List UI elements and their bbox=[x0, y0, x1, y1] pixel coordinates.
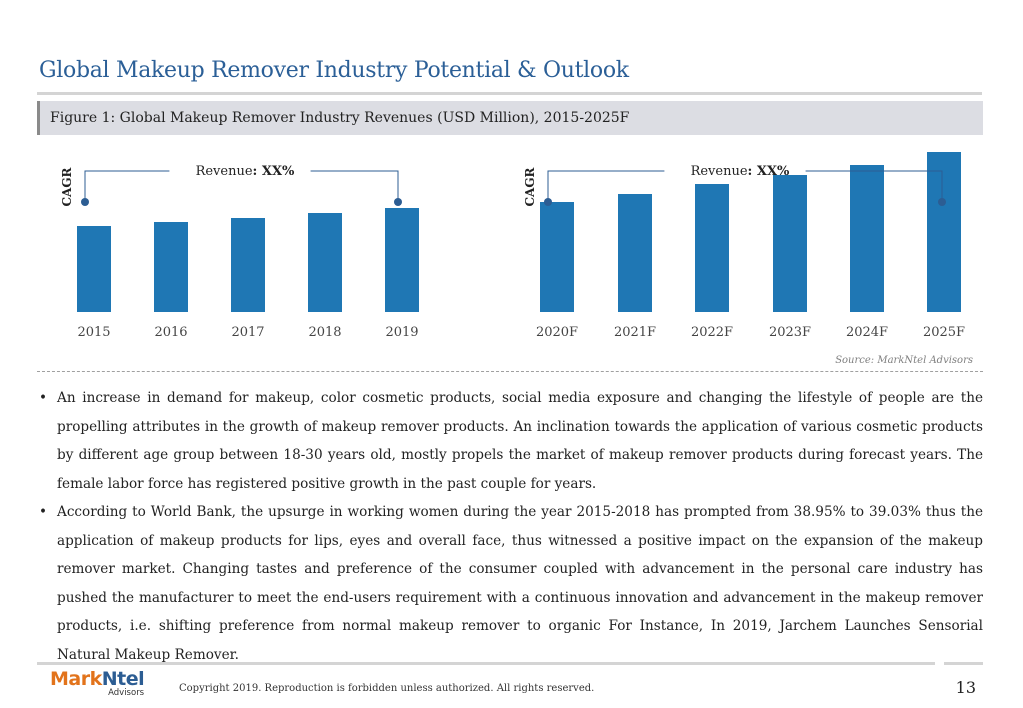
figure-caption-bar: Figure 1: Global Makeup Remover Industry… bbox=[37, 101, 983, 135]
bar bbox=[77, 226, 111, 312]
x-tick-label: 2022F bbox=[691, 325, 733, 340]
x-tick-label: 2015 bbox=[77, 325, 110, 340]
chart-source: Source: MarkNtel Advisors bbox=[835, 355, 973, 366]
x-tick-label: 2023F bbox=[769, 325, 811, 340]
dashed-divider bbox=[37, 371, 983, 372]
cagr-bracket-left bbox=[84, 170, 170, 202]
x-tick-label: 2025F bbox=[923, 325, 965, 340]
bullet-list: An increase in demand for makeup, color … bbox=[39, 384, 983, 669]
x-tick-label: 2019 bbox=[385, 325, 418, 340]
x-tick-label: 2020F bbox=[536, 325, 578, 340]
cagr-dot-end bbox=[938, 198, 946, 206]
bar bbox=[308, 213, 342, 312]
bar bbox=[927, 152, 961, 312]
footer-divider bbox=[37, 662, 935, 665]
bar bbox=[231, 218, 265, 312]
revenue-bar-chart: 2015 2016 2017 2018 2019 Revenue: XX% CAGR 2020… bbox=[60, 152, 965, 340]
bar bbox=[385, 208, 419, 312]
footer-divider-short bbox=[944, 662, 983, 665]
cagr-dot-start bbox=[544, 198, 552, 206]
revenue-cagr-label: Revenue: XX% bbox=[691, 164, 790, 179]
figure-caption: Figure 1: Global Makeup Remover Industry… bbox=[50, 110, 630, 126]
bullet-item: An increase in demand for makeup, color … bbox=[39, 384, 983, 498]
cagr-dot-start bbox=[81, 198, 89, 206]
x-tick-label: 2018 bbox=[308, 325, 341, 340]
x-tick-label: 2017 bbox=[231, 325, 264, 340]
bullet-item: According to World Bank, the upsurge in … bbox=[39, 498, 983, 669]
title-divider bbox=[37, 92, 982, 95]
logo-text-ntel: Ntel bbox=[101, 668, 145, 690]
bar bbox=[850, 165, 884, 312]
cagr-dot-end bbox=[394, 198, 402, 206]
bar bbox=[154, 222, 188, 312]
cagr-label: CAGR bbox=[60, 166, 74, 206]
copyright-notice: Copyright 2019. Reproduction is forbidde… bbox=[179, 683, 595, 694]
bar bbox=[618, 194, 652, 312]
logo-text-mark: Mark bbox=[50, 668, 102, 690]
marknetl-logo: MarkNtel Advisors bbox=[50, 668, 145, 698]
page-title: Global Makeup Remover Industry Potential… bbox=[39, 58, 629, 83]
page-number: 13 bbox=[955, 678, 976, 697]
x-tick-label: 2024F bbox=[846, 325, 888, 340]
x-tick-label: 2021F bbox=[614, 325, 656, 340]
bar bbox=[540, 202, 574, 312]
cagr-bracket-right bbox=[310, 170, 399, 202]
x-tick-label: 2016 bbox=[154, 325, 187, 340]
revenue-cagr-label: Revenue: XX% bbox=[196, 164, 295, 179]
cagr-label: CAGR bbox=[523, 166, 537, 206]
bar bbox=[695, 184, 729, 312]
bar bbox=[773, 175, 807, 312]
